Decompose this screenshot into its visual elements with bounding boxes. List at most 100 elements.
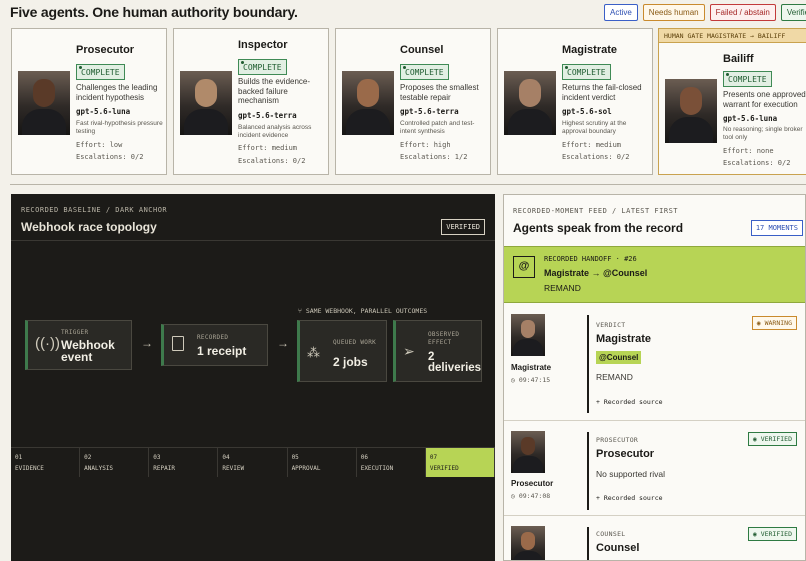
- topology-title: Webhook race topology: [21, 220, 157, 234]
- agent-card-magistrate[interactable]: Magistrate COMPLETE Returns the fail-clo…: [497, 28, 653, 175]
- node-value: 2 jobs: [333, 355, 368, 369]
- parallel-note: ⑂ SAME WEBHOOK, PARALLEL OUTCOMES: [298, 307, 428, 315]
- agent-model: gpt-5.6-luna: [723, 114, 778, 123]
- node-label: RECORDED: [197, 334, 229, 341]
- status-legend: Active Needs human Failed / abstain Veri…: [604, 4, 806, 21]
- handoff-action: REMAND: [544, 283, 581, 293]
- recorded-source-link[interactable]: + Recorded source: [596, 494, 663, 502]
- agent-name: Prosecutor: [76, 44, 135, 56]
- agent-note: Highest scrutiny at the approval boundar…: [562, 120, 627, 135]
- entry-role: COUNSEL: [596, 530, 626, 538]
- status-badge: COMPLETE: [723, 71, 772, 87]
- node-trigger[interactable]: ((·)) TRIGGER Webhook event: [25, 320, 132, 370]
- verified-badge: VERIFIED: [441, 219, 485, 235]
- entry-mention[interactable]: @Counsel: [596, 351, 642, 364]
- agent-effort: Effort: none: [723, 147, 774, 155]
- agent-escalations: Escalations: 1/2: [400, 153, 468, 161]
- stage-execution[interactable]: 06 EXECUTION: [357, 448, 426, 477]
- agent-escalations: Escalations: 0/2: [723, 159, 791, 167]
- human-gate-bar: HUMAN GATE MAGISTRATE → BAILIFF: [659, 29, 806, 43]
- branch-icon: ⑂: [298, 307, 302, 315]
- entry-time: ◷ 09:47:15: [511, 376, 551, 384]
- agent-effort: Effort: medium: [238, 144, 298, 152]
- verified-dot-icon: ◉: [752, 435, 757, 443]
- stage-verified[interactable]: 07 VERIFIED: [425, 448, 495, 477]
- verified-badge: ◉ VERIFIED: [747, 527, 797, 541]
- legend-failed: Failed / abstain: [709, 4, 776, 21]
- broadcast-icon: ((·)): [35, 335, 60, 352]
- agent-name: Counsel: [400, 44, 444, 56]
- verified-dot-icon: ◉: [752, 530, 757, 538]
- status-badge: COMPLETE: [562, 64, 611, 80]
- handoff-kicker: RECORDED HANDOFF · #26: [544, 255, 637, 263]
- agent-card-bailiff[interactable]: HUMAN GATE MAGISTRATE → BAILIFF Bailiff …: [658, 28, 806, 175]
- topology-panel: RECORDED BASELINE / DARK ANCHOR Webhook …: [11, 194, 495, 561]
- agent-card-prosecutor[interactable]: Prosecutor COMPLETE Challenges the leadi…: [11, 28, 167, 175]
- handoff-route: Magistrate → @Counsel: [544, 268, 648, 278]
- node-recorded[interactable]: RECORDED 1 receipt: [161, 324, 268, 366]
- node-observed-effect[interactable]: ➢ OBSERVED EFFECT 2 deliveries: [393, 320, 482, 382]
- mention-icon: @: [513, 256, 535, 278]
- agent-model: gpt-5.6-sol: [562, 107, 612, 116]
- moments-count-button[interactable]: 17 MOMENTS: [750, 220, 803, 236]
- avatar: [511, 431, 545, 473]
- entry-author: Magistrate: [511, 363, 552, 372]
- agent-note: Fast rival-hypothesis pressure testing: [76, 120, 163, 135]
- status-badge: COMPLETE: [76, 64, 125, 80]
- warning-dot-icon: ◉: [756, 319, 761, 327]
- node-value: 2 deliveries: [428, 351, 482, 374]
- entry-rule: [587, 432, 589, 510]
- agent-description: Returns the fail-closed incident verdict: [562, 83, 642, 102]
- agent-name: Inspector: [238, 39, 288, 51]
- entry-author: Prosecutor: [511, 479, 554, 488]
- clock-icon: ◷: [511, 376, 515, 384]
- agent-portrait: [180, 71, 232, 135]
- stage-review[interactable]: 04 REVIEW: [218, 448, 288, 477]
- node-value: Webhook event: [61, 338, 115, 364]
- stage-repair[interactable]: 03 REPAIR: [149, 448, 219, 477]
- agent-card-counsel[interactable]: Counsel COMPLETE Proposes the smallest t…: [335, 28, 491, 175]
- receipt-icon: [172, 336, 184, 351]
- agent-effort: Effort: high: [400, 141, 451, 149]
- entry-name: Prosecutor: [596, 448, 655, 460]
- status-badge: COMPLETE: [238, 59, 287, 75]
- recorded-source-link[interactable]: + Recorded source: [596, 398, 663, 406]
- agent-note: Balanced analysis across incident eviden…: [238, 124, 312, 139]
- topology-eyebrow: RECORDED BASELINE / DARK ANCHOR: [21, 206, 168, 214]
- panel-divider: [11, 240, 495, 241]
- status-badge: COMPLETE: [400, 64, 449, 80]
- stage-analysis[interactable]: 02 ANALYSIS: [80, 448, 150, 477]
- agent-escalations: Escalations: 0/2: [238, 157, 306, 165]
- entry-role: PROSECUTOR: [596, 436, 639, 444]
- warning-badge: ◉ WARNING: [751, 316, 797, 330]
- entry-text: REMAND: [596, 372, 633, 382]
- agent-card-inspector[interactable]: Inspector COMPLETE Builds the evidence-b…: [173, 28, 329, 175]
- arrow-icon: →: [141, 336, 153, 350]
- entry-name: Counsel: [596, 542, 640, 554]
- entry-rule: [587, 527, 589, 560]
- stage-approval[interactable]: 05 APPROVAL: [288, 448, 357, 477]
- legend-needs-human: Needs human: [642, 4, 705, 21]
- agent-description: Proposes the smallest testable repair: [400, 83, 479, 102]
- clock-icon: ◷: [511, 492, 515, 500]
- arrow-icon: →: [277, 336, 289, 350]
- entry-role: VERDICT: [596, 321, 626, 329]
- feed-title: Agents speak from the record: [513, 221, 684, 235]
- feed-entry: Magistrate ◷ 09:47:15 VERDICT Magistrate…: [504, 305, 805, 421]
- agent-description: Builds the evidence-backed failure mecha…: [238, 77, 311, 105]
- node-label: TRIGGER: [61, 329, 89, 336]
- avatar: [511, 526, 545, 560]
- send-icon: ➢: [403, 343, 415, 359]
- agent-effort: Effort: medium: [562, 141, 622, 149]
- verified-badge: ◉ VERIFIED: [747, 432, 797, 446]
- feed-entry: Prosecutor ◷ 09:47:08 PROSECUTOR Prosecu…: [504, 422, 805, 516]
- agent-description: Challenges the leading incident hypothes…: [76, 83, 158, 102]
- feed-eyebrow: RECORDED-MOMENT FEED / LATEST FIRST: [513, 207, 679, 215]
- handoff-banner[interactable]: @ RECORDED HANDOFF · #26 Magistrate → @C…: [504, 246, 805, 303]
- agent-model: gpt-5.6-terra: [400, 107, 459, 116]
- stage-evidence[interactable]: 01 EVIDENCE: [11, 448, 81, 477]
- agent-note: Controlled patch and test-intent synthes…: [400, 120, 475, 135]
- moment-feed: RECORDED-MOMENT FEED / LATEST FIRST Agen…: [503, 194, 806, 561]
- node-queued-work[interactable]: ⁂ QUEUED WORK 2 jobs: [297, 320, 387, 382]
- agent-model: gpt-5.6-terra: [238, 111, 297, 120]
